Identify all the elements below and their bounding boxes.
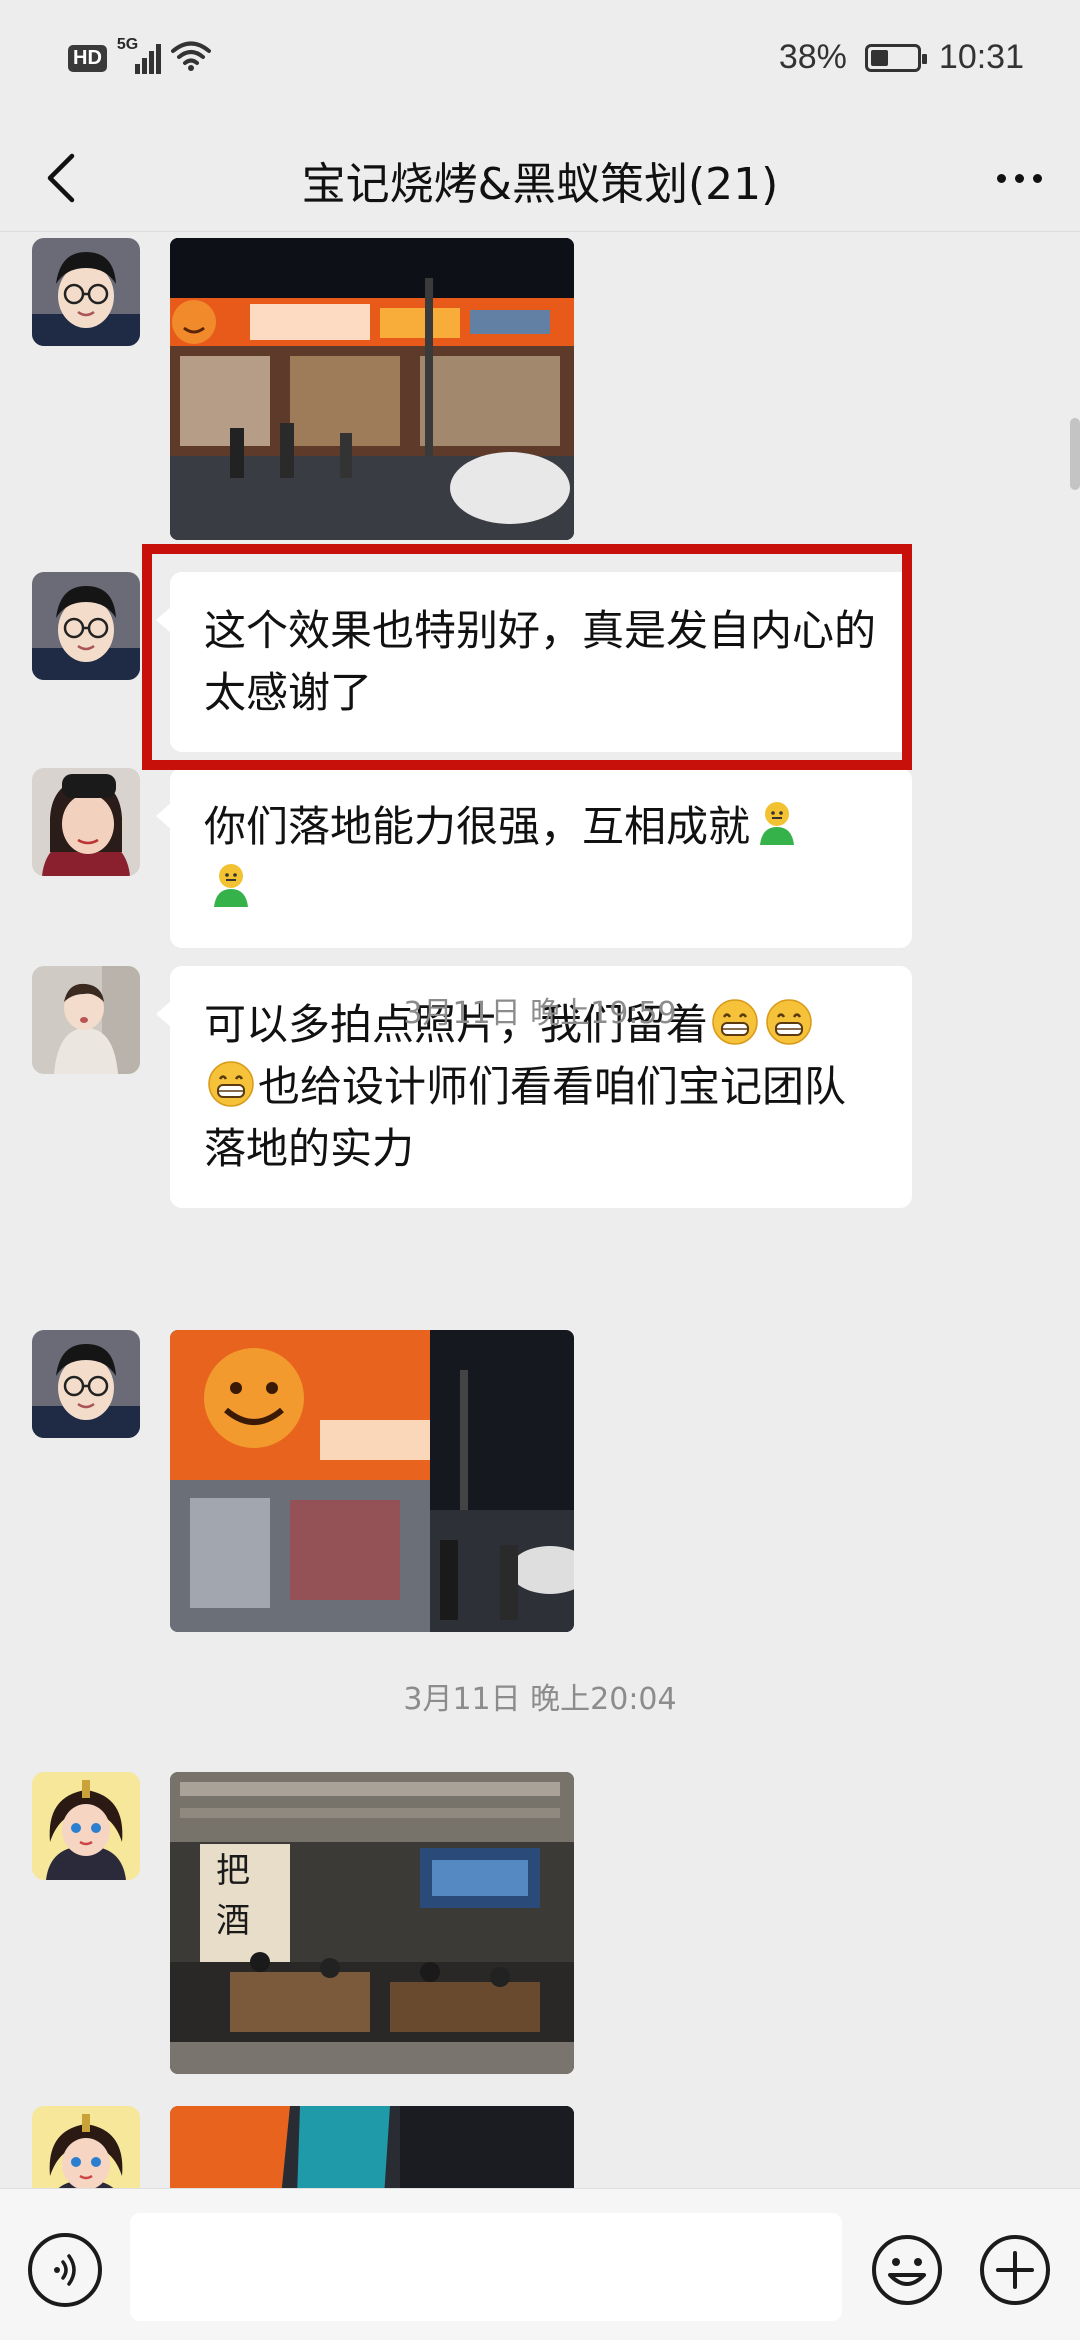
chat-header: 宝记烧烤&黑蚁策划(21) <box>0 124 1080 232</box>
avatar-cartoon-girl[interactable] <box>32 2106 140 2188</box>
svg-text:把: 把 <box>216 1851 250 1891</box>
photo-storefront-smiley[interactable] <box>170 1330 574 1632</box>
avatar-cartoon-glasses[interactable] <box>32 238 140 346</box>
timestamp: 3月11日 晚上20:04 <box>403 1682 677 1717</box>
emoji-button[interactable] <box>870 2233 944 2307</box>
battery-percent: 38% <box>778 38 847 76</box>
message-item: 你们落地能力很强，互相成就 <box>32 768 912 948</box>
grin-emoji <box>208 1061 254 1107</box>
plus-icon <box>980 2235 1050 2305</box>
chat-title: 宝记烧烤&黑蚁策划(21) <box>301 159 779 210</box>
scrollbar[interactable] <box>1070 418 1080 490</box>
message-list[interactable]: 这个效果也特别好，真是发自内心的太感谢了 你们落地能力很强，互相成就 可以多拍点… <box>0 232 1080 2188</box>
wifi-icon <box>170 40 211 76</box>
status-left: HD 5G <box>68 36 211 76</box>
svg-text:酒: 酒 <box>216 1901 250 1941</box>
status-right: 38% 10:31 <box>779 38 1024 77</box>
message-item <box>32 2106 574 2188</box>
clock: 10:31 <box>938 38 1024 76</box>
message-text: 你们落地能力很强，互相成就 <box>204 802 751 851</box>
photo-partial[interactable] <box>170 2106 574 2188</box>
voice-button[interactable] <box>28 2233 102 2307</box>
battery-fill <box>870 49 888 66</box>
message-input[interactable] <box>130 2213 842 2321</box>
message-item <box>32 238 574 540</box>
timestamp: 3月11日 晚上19:59 <box>403 996 677 1031</box>
hd-badge: HD <box>68 44 107 72</box>
more-dot <box>1014 173 1024 183</box>
avatar-cartoon-glasses[interactable] <box>32 572 140 680</box>
avatar-woman-photo[interactable] <box>32 768 140 876</box>
avatar-cartoon-glasses[interactable] <box>32 1330 140 1438</box>
input-bar <box>0 2188 1080 2340</box>
more-button[interactable] <box>984 146 1054 210</box>
message-item: 把 酒 <box>32 1772 574 2074</box>
photo-restaurant-interior[interactable]: 把 酒 <box>170 1772 574 2074</box>
emoji-smile-icon <box>872 2235 942 2305</box>
message-bubble[interactable]: 你们落地能力很强，互相成就 <box>156 768 912 948</box>
photo-storefront-night[interactable] <box>170 238 574 540</box>
avatar-cartoon-girl[interactable] <box>32 1772 140 1880</box>
green-figure-emoji <box>760 802 795 845</box>
status-bar: HD 5G 38% 10:31 <box>0 0 1080 124</box>
more-dots-icon <box>996 173 1006 183</box>
voice-icon <box>54 2254 76 2286</box>
message-item <box>32 1330 574 1632</box>
green-figure-emoji <box>214 864 248 907</box>
plus-button[interactable] <box>978 2233 1052 2307</box>
battery-icon <box>864 43 927 72</box>
message-text-part2: 也给设计师们看看咱们宝记团队落地的实力 <box>204 1062 847 1173</box>
more-dot <box>1032 173 1042 183</box>
signal-icon: 5G <box>117 36 161 76</box>
highlight-box <box>142 544 912 770</box>
